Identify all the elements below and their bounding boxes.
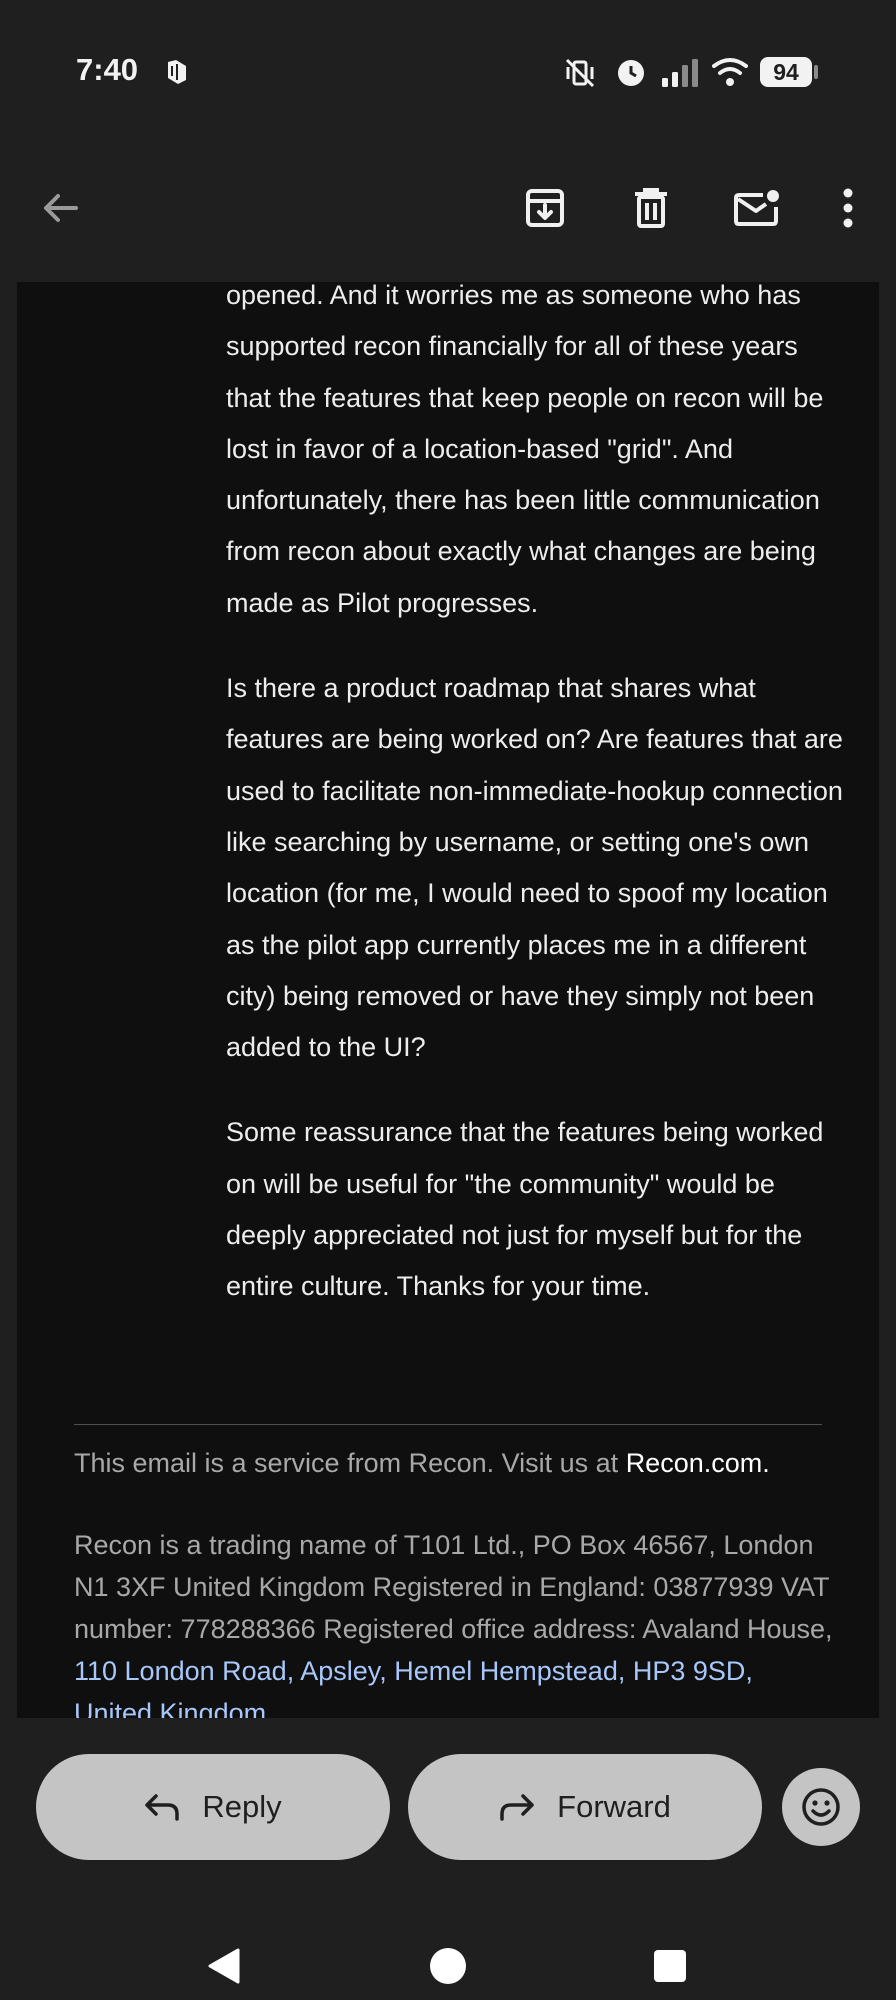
mark-unread-button[interactable] — [729, 180, 785, 236]
status-time: 7:40 — [76, 52, 139, 87]
trash-icon — [635, 188, 667, 228]
emoji-reaction-button[interactable] — [782, 1768, 860, 1846]
email-body: opened. And it worries me as someone who… — [17, 282, 879, 1718]
message-paragraph: opened. And it worries me as someone who… — [226, 282, 824, 618]
reply-button[interactable]: Reply — [36, 1754, 390, 1860]
status-bar: 7:40 94 — [0, 0, 896, 140]
archive-button[interactable] — [517, 180, 573, 236]
footer-divider — [74, 1424, 822, 1425]
back-button[interactable] — [32, 180, 88, 236]
more-vert-icon — [843, 188, 853, 228]
battery-icon: 94 — [760, 57, 812, 87]
forward-label: Forward — [557, 1789, 671, 1824]
delete-button[interactable] — [623, 180, 679, 236]
message-paragraph: Is there a product roadmap that shares w… — [226, 673, 843, 1063]
alarm-icon — [618, 60, 644, 86]
forward-button[interactable]: Forward — [408, 1754, 762, 1860]
recon-link[interactable]: Recon.com. — [626, 1448, 770, 1478]
wifi-icon — [712, 58, 748, 86]
battery-tip — [814, 65, 818, 79]
message-content: opened. And it worries me as someone who… — [226, 282, 846, 1347]
more-options-button[interactable] — [820, 180, 876, 236]
service-text: This email is a service from Recon. Visi… — [74, 1448, 626, 1478]
message-paragraph: Some reassurance that the features being… — [226, 1117, 824, 1302]
legal-text: Recon is a trading name of T101 Ltd., PO… — [74, 1530, 833, 1644]
reply-label: Reply — [202, 1789, 282, 1824]
legal-notice: Recon is a trading name of T101 Ltd., PO… — [74, 1524, 834, 1718]
archive-icon — [526, 189, 564, 227]
system-nav-bar — [0, 1880, 896, 2000]
nav-back-icon[interactable] — [204, 1946, 244, 1986]
service-notice: This email is a service from Recon. Visi… — [74, 1442, 834, 1484]
battery-level: 94 — [773, 58, 799, 85]
forward-icon — [500, 1794, 534, 1821]
email-footer: This email is a service from Recon. Visi… — [74, 1442, 834, 1718]
app-notification-icon — [168, 60, 186, 84]
vibrate-off-icon — [565, 58, 595, 88]
nav-home-icon[interactable] — [428, 1946, 468, 1986]
back-arrow-icon — [44, 194, 78, 222]
mark-unread-icon — [734, 190, 779, 226]
reply-icon — [145, 1794, 180, 1821]
nav-recents-icon[interactable] — [652, 1948, 688, 1984]
signal-icon — [662, 59, 698, 87]
smiley-icon — [802, 1788, 840, 1826]
address-link[interactable]: 110 London Road, Apsley, Hemel Hempstead… — [74, 1656, 753, 1718]
